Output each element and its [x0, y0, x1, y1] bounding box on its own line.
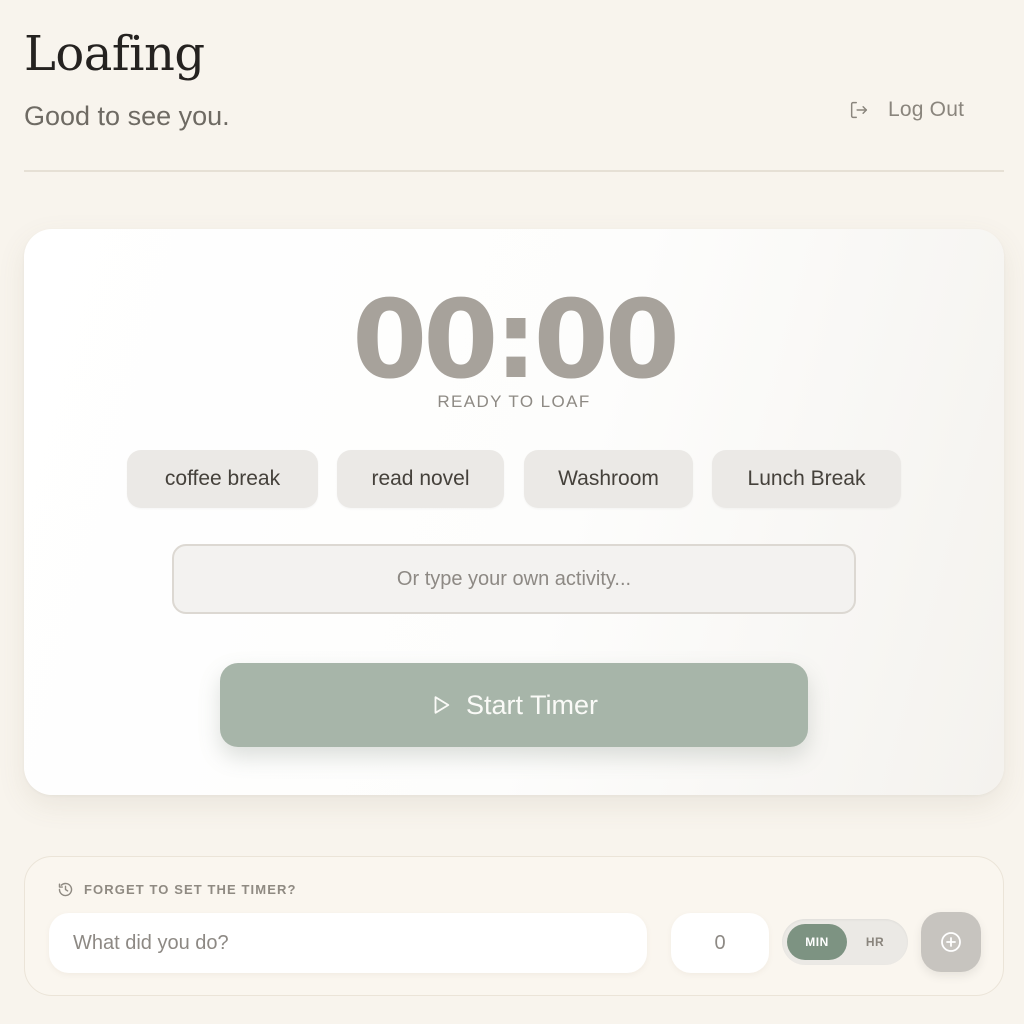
- duration-input[interactable]: [671, 913, 769, 973]
- start-timer-button[interactable]: Start Timer: [220, 663, 808, 747]
- chip-lunch-break[interactable]: Lunch Break: [712, 450, 901, 508]
- chip-read-novel[interactable]: read novel: [337, 450, 504, 508]
- start-timer-label: Start Timer: [465, 689, 599, 720]
- custom-activity-input[interactable]: [172, 544, 856, 614]
- chip-coffee-break[interactable]: coffee break: [127, 450, 318, 508]
- timer-card: 00:00 READY TO LOAF coffee break read no…: [24, 229, 1004, 795]
- greeting-text: Good to see you.: [24, 101, 230, 131]
- unit-min-option[interactable]: MIN: [787, 924, 847, 960]
- play-icon: [430, 694, 452, 716]
- add-entry-button[interactable]: [921, 912, 981, 972]
- unit-hr-option[interactable]: HR: [846, 924, 904, 960]
- quick-activity-chips: coffee break read novel Washroom Lunch B…: [24, 450, 1004, 508]
- timer-status: READY TO LOAF: [437, 392, 591, 411]
- plus-circle-icon: [939, 930, 963, 954]
- log-out-button[interactable]: Log Out: [848, 94, 964, 126]
- app-title: Loafing: [24, 26, 205, 82]
- manual-entry-card: FORGET TO SET THE TIMER? MIN HR: [24, 856, 1004, 996]
- log-out-label: Log Out: [888, 98, 965, 121]
- chip-washroom[interactable]: Washroom: [524, 450, 693, 508]
- header-divider: [24, 170, 1004, 172]
- log-out-icon: [848, 99, 870, 121]
- history-icon: [57, 881, 74, 898]
- timer-display: 00:00: [352, 278, 680, 403]
- manual-activity-input[interactable]: [49, 913, 647, 973]
- manual-entry-heading: FORGET TO SET THE TIMER?: [57, 881, 297, 898]
- manual-entry-title: FORGET TO SET THE TIMER?: [84, 882, 297, 897]
- unit-toggle: MIN HR: [782, 919, 908, 965]
